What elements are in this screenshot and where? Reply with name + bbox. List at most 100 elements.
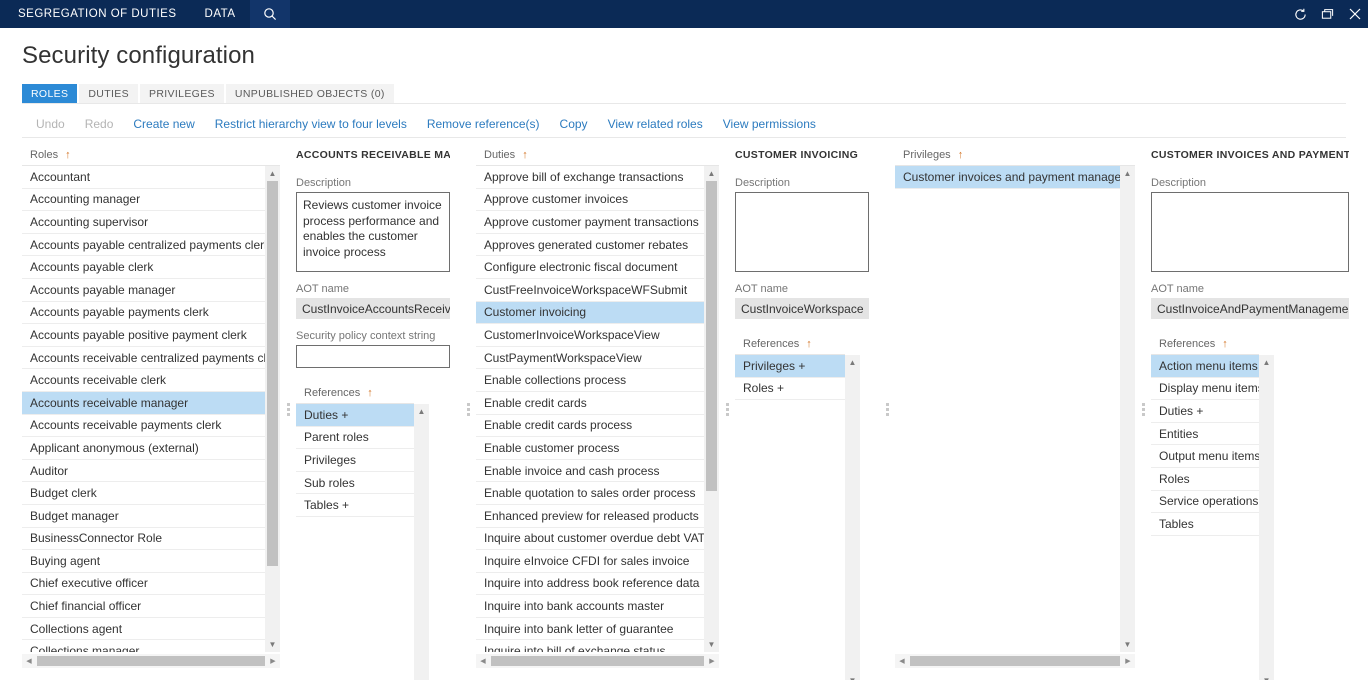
scroll-down-icon[interactable]: ▼ [704, 637, 719, 652]
privileges-column-header[interactable]: Privileges ↑ [895, 144, 1135, 166]
duty-row[interactable]: Inquire into bill of exchange status [476, 640, 704, 652]
role-row[interactable]: Accounts payable clerk [22, 256, 265, 279]
role-row[interactable]: Accountant [22, 166, 265, 189]
tab-roles[interactable]: Roles [22, 84, 78, 103]
privileges-horizontal-scrollbar[interactable]: ◀ ▶ [895, 654, 1135, 668]
role-row[interactable]: Accounts receivable payments clerk [22, 415, 265, 438]
role-row[interactable]: Budget clerk [22, 482, 265, 505]
privilege-reference-row[interactable]: Tables [1151, 513, 1259, 536]
role-reference-row[interactable]: Sub roles [296, 472, 414, 495]
duties-hscroll-thumb[interactable] [491, 656, 704, 666]
scroll-down-icon[interactable]: ▼ [265, 637, 280, 652]
duty-row[interactable]: Inquire into address book reference data [476, 573, 704, 596]
role-row[interactable]: Accounts payable positive payment clerk [22, 324, 265, 347]
splitter-4[interactable] [879, 144, 895, 674]
create-new-button[interactable]: Create new [123, 117, 204, 131]
privilege-references-list[interactable]: Action menu items Display menu items + Dut… [1151, 355, 1259, 680]
duty-row[interactable]: Inquire eInvoice CFDI for sales invoice [476, 550, 704, 573]
duty-row[interactable]: Enable credit cards [476, 392, 704, 415]
duty-row[interactable]: Inquire about customer overdue debt VAT … [476, 528, 704, 551]
role-references-vertical-scrollbar[interactable]: ▲ ▼ [414, 404, 429, 680]
duty-row[interactable]: Approve bill of exchange transactions [476, 166, 704, 189]
splitter-3[interactable] [719, 144, 735, 674]
roles-horizontal-scrollbar[interactable]: ◀ ▶ [22, 654, 280, 668]
role-row[interactable]: Accounts receivable manager [22, 391, 265, 415]
redo-button[interactable]: Redo [75, 117, 124, 131]
role-references-header[interactable]: References ↑ [296, 382, 414, 404]
duty-reference-row[interactable]: Privileges + [735, 355, 845, 378]
menu-item-segregation-of-duties[interactable]: Segregation of duties [0, 0, 191, 28]
close-icon[interactable] [1341, 0, 1368, 28]
role-reference-row[interactable]: Privileges [296, 449, 414, 472]
privilege-reference-row[interactable]: Output menu items [1151, 445, 1259, 468]
refresh-icon[interactable] [1287, 0, 1314, 28]
duty-row[interactable]: Inquire into bank letter of guarantee [476, 618, 704, 641]
role-row[interactable]: Buying agent [22, 550, 265, 573]
role-reference-row[interactable]: Parent roles [296, 427, 414, 450]
duty-description-value[interactable] [735, 192, 869, 272]
privileges-vertical-scrollbar[interactable]: ▲ ▼ [1120, 166, 1135, 652]
duty-row[interactable]: CustomerInvoiceWorkspaceView [476, 324, 704, 347]
duty-row[interactable]: Enable collections process [476, 369, 704, 392]
scroll-up-icon[interactable]: ▲ [1259, 355, 1274, 370]
privileges-list[interactable]: Customer invoices and payment management [895, 166, 1120, 652]
splitter-1[interactable] [280, 144, 296, 674]
scroll-left-icon[interactable]: ◀ [895, 657, 909, 665]
scroll-up-icon[interactable]: ▲ [414, 404, 429, 419]
duty-row[interactable]: CustPaymentWorkspaceView [476, 347, 704, 370]
scroll-left-icon[interactable]: ◀ [22, 657, 36, 665]
tab-duties[interactable]: Duties [79, 84, 138, 103]
undo-button[interactable]: Undo [22, 117, 75, 131]
role-row[interactable]: Chief executive officer [22, 573, 265, 596]
duties-list[interactable]: Approve bill of exchange transactions App… [476, 166, 704, 652]
privilege-description-value[interactable] [1151, 192, 1349, 272]
role-row[interactable]: Accounts receivable centralized payments… [22, 347, 265, 370]
privilege-reference-row[interactable]: Action menu items [1151, 355, 1259, 378]
roles-vertical-scrollbar[interactable]: ▲ ▼ [265, 166, 280, 652]
role-policy-context-input[interactable] [296, 345, 450, 368]
privilege-reference-row[interactable]: Roles [1151, 468, 1259, 491]
roles-scroll-thumb[interactable] [267, 181, 278, 566]
privilege-references-vertical-scrollbar[interactable]: ▲ ▼ [1259, 355, 1274, 680]
splitter-5[interactable] [1135, 144, 1151, 674]
duty-references-list[interactable]: Privileges + Roles + [735, 355, 845, 680]
scroll-up-icon[interactable]: ▲ [1120, 166, 1135, 181]
privilege-row[interactable]: Customer invoices and payment management [895, 166, 1120, 189]
duties-horizontal-scrollbar[interactable]: ◀ ▶ [476, 654, 719, 668]
search-icon[interactable] [249, 0, 290, 28]
role-reference-row[interactable]: Duties + [296, 404, 414, 427]
restore-window-icon[interactable] [1314, 0, 1341, 28]
duty-row[interactable]: Approve customer payment transactions [476, 211, 704, 234]
duty-row[interactable]: Enable quotation to sales order process [476, 482, 704, 505]
role-row[interactable]: Applicant anonymous (external) [22, 437, 265, 460]
duty-row[interactable]: Enable invoice and cash process [476, 460, 704, 483]
roles-column-header[interactable]: Roles ↑ [22, 144, 280, 166]
privilege-reference-row[interactable]: Duties + [1151, 400, 1259, 423]
privilege-reference-row[interactable]: Service operations [1151, 491, 1259, 514]
role-row[interactable]: Auditor [22, 460, 265, 483]
scroll-down-icon[interactable]: ▼ [845, 673, 860, 680]
duties-vertical-scrollbar[interactable]: ▲ ▼ [704, 166, 719, 652]
duties-scroll-thumb[interactable] [706, 181, 717, 491]
role-row[interactable]: Collections agent [22, 618, 265, 641]
scroll-up-icon[interactable]: ▲ [845, 355, 860, 370]
duty-row[interactable]: Enable customer process [476, 437, 704, 460]
role-reference-row[interactable]: Tables + [296, 494, 414, 517]
duty-references-header[interactable]: References ↑ [735, 333, 845, 355]
scroll-right-icon[interactable]: ▶ [705, 657, 719, 665]
duty-references-vertical-scrollbar[interactable]: ▲ ▼ [845, 355, 860, 680]
scroll-up-icon[interactable]: ▲ [265, 166, 280, 181]
privilege-references-header[interactable]: References ↑ [1151, 333, 1259, 355]
roles-list[interactable]: Accountant Accounting manager Accounting s… [22, 166, 265, 652]
role-description-value[interactable]: Reviews customer invoice process perform… [296, 192, 450, 272]
scroll-down-icon[interactable]: ▼ [1259, 673, 1274, 680]
scroll-left-icon[interactable]: ◀ [476, 657, 490, 665]
duty-row[interactable]: CustFreeInvoiceWorkspaceWFSubmit [476, 279, 704, 302]
role-row[interactable]: Budget manager [22, 505, 265, 528]
scroll-right-icon[interactable]: ▶ [266, 657, 280, 665]
role-references-list[interactable]: Duties + Parent roles Privileges Sub roles T… [296, 404, 414, 680]
splitter-2[interactable] [460, 144, 476, 674]
scroll-down-icon[interactable]: ▼ [1120, 637, 1135, 652]
role-row[interactable]: Chief financial officer [22, 595, 265, 618]
role-row[interactable]: Collections manager [22, 640, 265, 652]
